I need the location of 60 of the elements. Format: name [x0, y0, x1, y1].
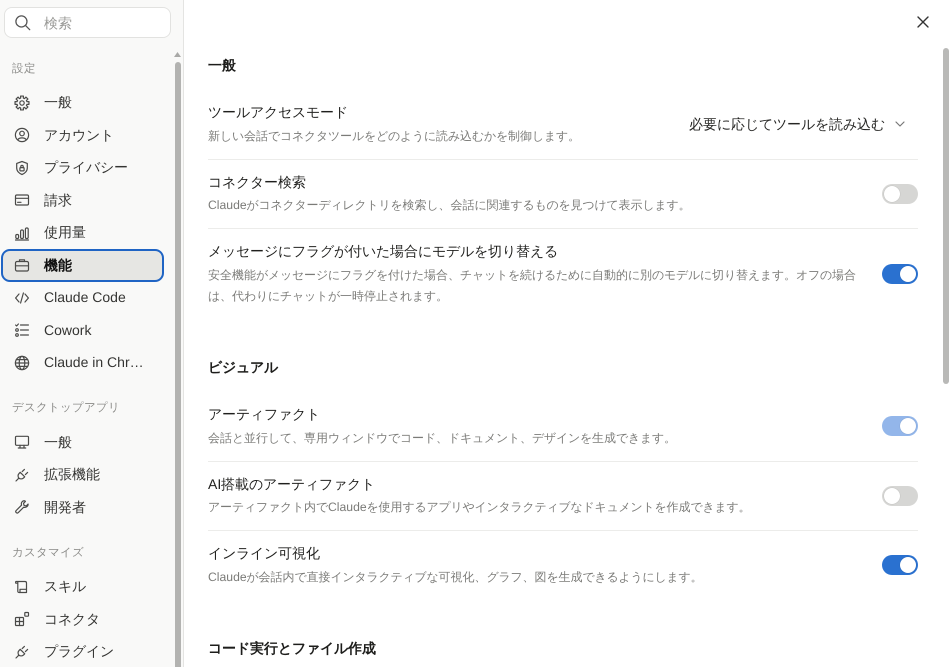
scroll-icon	[14, 578, 30, 595]
scroll-up-arrow-icon[interactable]	[174, 52, 181, 57]
toggle-switch[interactable]	[882, 486, 918, 506]
toggle-switch[interactable]	[882, 264, 918, 284]
sidebar-item[interactable]: 使用量	[1, 216, 164, 249]
plug-icon	[14, 644, 30, 660]
shield-lock-icon	[14, 160, 30, 176]
sidebar-section-heading: デスクトップアプリ	[11, 400, 121, 416]
setting-description: 安全機能がメッセージにフラグを付けた場合、チャットを続けるために自動的に別のモデルに切り替えます。オフの場合は、代わりにチャットが一時停止されます。	[208, 266, 857, 304]
gear-icon	[14, 94, 30, 111]
checklist-icon	[14, 322, 30, 338]
card-icon	[14, 192, 30, 208]
monitor-icon	[14, 434, 30, 450]
globe-icon	[14, 354, 30, 371]
briefcase-icon	[14, 257, 30, 274]
chevron-down-icon	[895, 121, 905, 128]
sidebar-section-heading: 設定	[11, 62, 37, 76]
scrollbar-thumb[interactable]	[943, 48, 949, 384]
sidebar-item[interactable]: Claude Code	[1, 282, 164, 314]
toggle-switch[interactable]	[882, 555, 918, 576]
sidebar-item[interactable]: 拡張機能	[1, 458, 164, 491]
sidebar-item[interactable]: アカウント	[1, 119, 164, 152]
plug-icon	[14, 466, 30, 483]
sidebar-item[interactable]: Claude in Chr…	[1, 346, 164, 379]
setting-description: 会話と並行して、専用ウィンドウでコード、ドキュメント、デザインを生成できます。	[208, 430, 677, 446]
wrench-icon	[14, 499, 30, 516]
section-heading: 一般	[208, 56, 237, 75]
sidebar-item[interactable]: プライバシー	[1, 152, 164, 184]
sidebar-item[interactable]: 請求	[1, 184, 164, 216]
setting-description: 新しい会話でコネクタツールをどのように読み込むかを制御します。	[208, 128, 581, 144]
sidebar-section-heading: カスタマイズ	[11, 546, 85, 560]
setting-description: Claudeが会話内で直接インタラクティブな可視化、グラフ、図を生成できるようにします。	[208, 568, 704, 586]
setting-description: Claudeがコネクターディレクトリを検索し、会話に関連するものを見つけて表示します。	[208, 197, 692, 214]
setting-title: アーティファクト	[208, 405, 321, 424]
sidebar-item[interactable]: プラグイン	[1, 636, 164, 667]
search-field[interactable]: 検索	[4, 7, 171, 38]
search-icon	[14, 14, 31, 31]
section-heading: ビジュアル	[208, 358, 280, 377]
code-icon	[14, 290, 30, 306]
setting-title: インライン可視化	[208, 544, 321, 563]
section-heading: コード実行とファイル作成	[208, 639, 377, 658]
setting-title: AI搭載のアーティファクト	[208, 474, 376, 494]
scrollbar-thumb[interactable]	[174, 62, 180, 667]
sidebar-item[interactable]: 機能	[1, 249, 164, 282]
setting-title: コネクター検索	[208, 172, 307, 192]
dropdown-select[interactable]: 必要に応じてツールを読み込む	[681, 110, 905, 139]
sidebar-item[interactable]: コネクタ	[1, 603, 164, 636]
setting-title: メッセージにフラグが付いた場合にモデルを切り替える	[208, 242, 559, 261]
setting-title: ツールアクセスモード	[208, 103, 349, 122]
setting-description: アーティファクト内でClaudeを使用するアプリやインタラクティブなドキュメントを作成できます。	[208, 499, 752, 516]
close-icon	[917, 16, 929, 28]
toggle-switch[interactable]	[882, 184, 918, 204]
sidebar-item[interactable]: Cowork	[1, 314, 164, 346]
sidebar-item[interactable]: 開発者	[1, 491, 164, 524]
person-circle-icon	[14, 127, 30, 144]
blocks-icon	[14, 611, 30, 628]
sidebar-item[interactable]: スキル	[1, 570, 164, 603]
sidebar-item[interactable]: 一般	[1, 426, 164, 458]
sidebar-item[interactable]: 一般	[1, 86, 164, 119]
bar-chart-icon	[14, 224, 30, 241]
